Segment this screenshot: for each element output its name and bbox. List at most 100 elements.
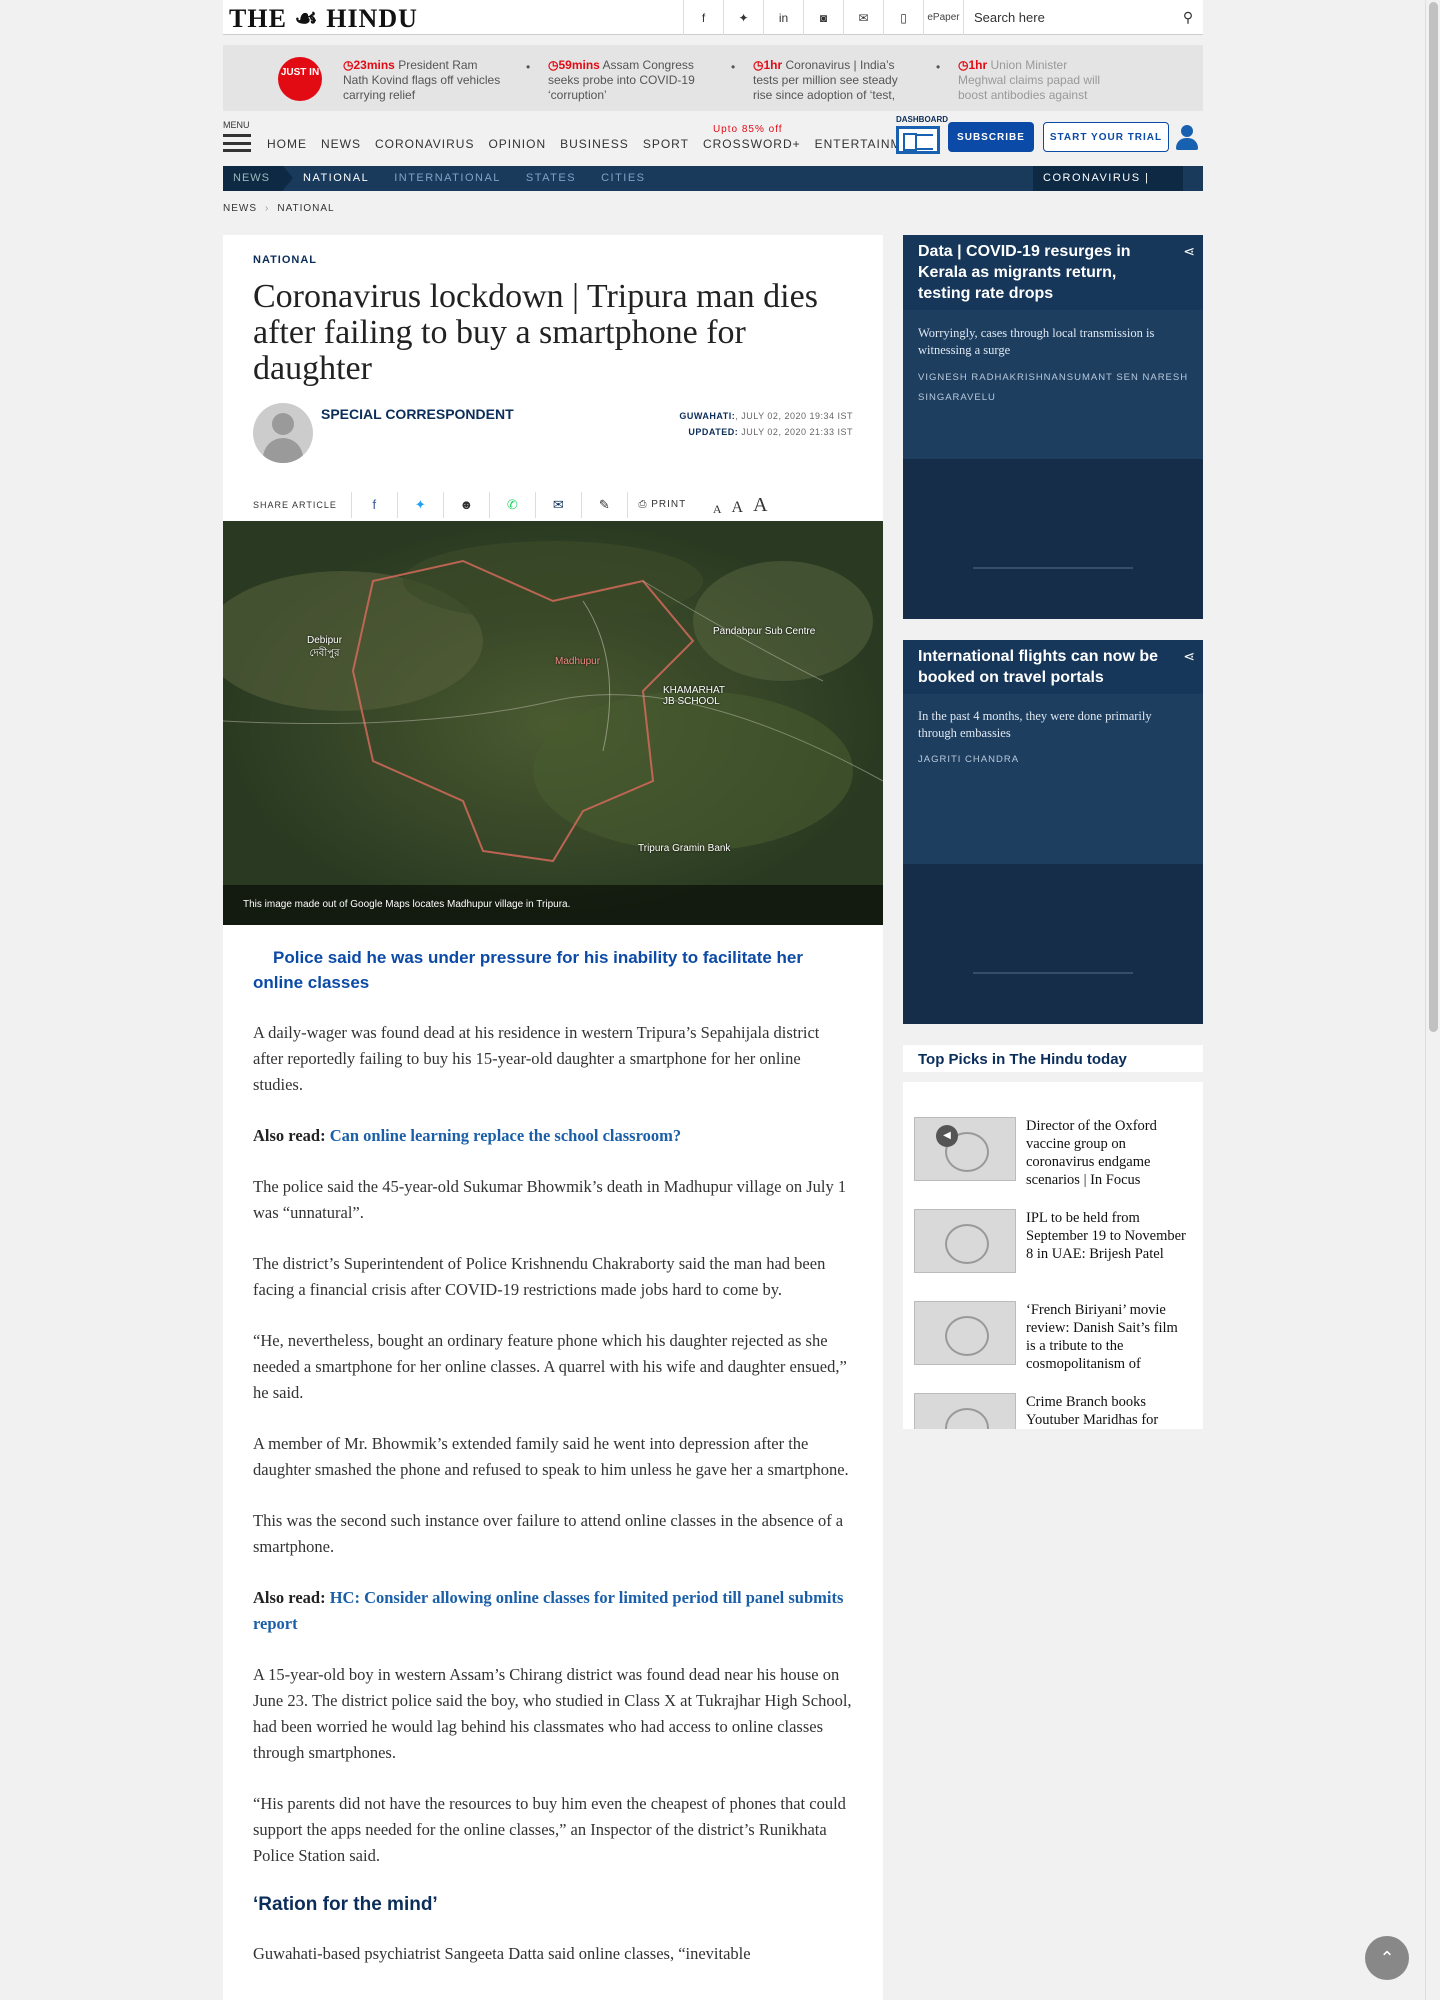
clock-icon: ◷ xyxy=(343,58,354,72)
twitter-share-icon[interactable]: ✦ xyxy=(396,492,443,518)
paragraph: The police said the 45-year-old Sukumar … xyxy=(253,1177,847,1222)
updated-label: UPDATED: xyxy=(688,427,739,437)
author-name[interactable]: SPECIAL CORRESPONDENT xyxy=(321,406,514,422)
dashboard-button[interactable]: DASHBOARD xyxy=(896,115,948,154)
start-trial-button[interactable]: START YOUR TRIAL xyxy=(1043,122,1169,152)
also-read-link[interactable]: HC: Consider allowing online classes for… xyxy=(253,1588,843,1633)
paragraph: “He, nevertheless, bought an ordinary fe… xyxy=(253,1331,847,1402)
top-pick-title[interactable]: IPL to be held from September 19 to Nove… xyxy=(1026,1209,1191,1263)
facebook-icon[interactable]: f xyxy=(683,0,723,35)
scrollbar-thumb[interactable] xyxy=(1429,2,1438,1032)
card-title[interactable]: International flights can now be booked … xyxy=(903,640,1203,694)
comment-icon[interactable]: ✎ xyxy=(580,492,627,518)
paragraph: A member of Mr. Bhowmik’s extended famil… xyxy=(253,1434,849,1479)
nav-sport[interactable]: SPORT xyxy=(643,137,689,151)
back-to-top-button[interactable]: ⌃ xyxy=(1365,1936,1409,1980)
linkedin-icon[interactable]: in xyxy=(763,0,803,35)
map-label: Pandabpur Sub Centre xyxy=(713,626,816,637)
reddit-share-icon[interactable]: ☻ xyxy=(442,492,489,518)
font-small-button[interactable]: A xyxy=(713,502,722,517)
clock-icon: ◷ xyxy=(958,58,969,72)
just-in-item[interactable]: • ◷1hr Coronavirus | India’s tests per mi… xyxy=(731,58,913,103)
nav-links: HOME NEWS CORONAVIRUS OPINION BUSINESS S… xyxy=(267,124,929,151)
just-in-item[interactable]: ◷23mins President Ram Nath Kovind flags … xyxy=(343,58,503,103)
clock-icon: ◷ xyxy=(753,58,764,72)
top-pick-thumbnail xyxy=(914,1209,1016,1273)
menu-button[interactable]: MENU xyxy=(223,120,251,152)
sidebar-card[interactable]: International flights can now be booked … xyxy=(903,640,1203,1024)
just-in-item[interactable]: • ◷1hr Union Minister Meghwal claims papa… xyxy=(936,58,1118,103)
main-nav: MENU HOME NEWS CORONAVIRUS OPINION BUSIN… xyxy=(223,115,1203,160)
just-in-item[interactable]: • ◷59mins Assam Congress seeks probe into… xyxy=(526,58,708,103)
nav-news[interactable]: NEWS xyxy=(321,137,361,151)
social-bar: f ✦ in ◙ ✉ ▯ ePaper Search here ⚲ xyxy=(683,0,1203,35)
font-large-button[interactable]: A xyxy=(753,494,767,517)
coronavirus-ticker[interactable]: CORONAVIRUS | xyxy=(1033,166,1183,191)
section-national[interactable]: NATIONAL xyxy=(303,166,369,191)
paragraph: A daily-wager was found dead at his resi… xyxy=(253,1023,820,1094)
article-summary: Police said he was under pressure for hi… xyxy=(253,948,803,992)
map-label: Tripura Gramin Bank xyxy=(638,843,731,854)
card-image xyxy=(903,864,1203,1024)
dashboard-label: DASHBOARD xyxy=(896,115,948,124)
mobile-icon[interactable]: ▯ xyxy=(883,0,923,35)
card-title[interactable]: Data | COVID-19 resurges in Kerala as mi… xyxy=(903,235,1203,310)
newspaper-icon xyxy=(896,126,940,154)
top-pick-item[interactable]: ◀ Director of the Oxford vaccine group o… xyxy=(914,1117,1194,1189)
nav-opinion[interactable]: OPINION xyxy=(488,137,546,151)
article-section[interactable]: NATIONAL xyxy=(253,254,853,266)
breadcrumb-news[interactable]: NEWS xyxy=(223,203,257,214)
section-cities[interactable]: CITIES xyxy=(601,166,645,191)
section-international[interactable]: INTERNATIONAL xyxy=(394,166,501,191)
sidebar-card[interactable]: Data | COVID-19 resurges in Kerala as mi… xyxy=(903,235,1203,619)
whatsapp-share-icon[interactable]: ✆ xyxy=(488,492,535,518)
mail-icon[interactable]: ✉ xyxy=(843,0,883,35)
facebook-share-icon[interactable]: f xyxy=(350,492,397,518)
email-share-icon[interactable]: ✉ xyxy=(534,492,581,518)
subscribe-button[interactable]: SUBSCRIBE xyxy=(948,122,1034,152)
section-root[interactable]: NEWS xyxy=(223,166,293,191)
card-description: In the past 4 months, they were done pri… xyxy=(918,709,1152,740)
nav-business[interactable]: BUSINESS xyxy=(560,137,629,151)
top-picks-list: ◀ Director of the Oxford vaccine group o… xyxy=(903,1082,1203,1429)
instagram-icon[interactable]: ◙ xyxy=(803,0,843,35)
top-pick-title[interactable]: Crime Branch books Youtuber Maridhas for xyxy=(1026,1393,1191,1429)
search-icon[interactable]: ⚲ xyxy=(1173,9,1203,26)
top-pick-thumbnail xyxy=(914,1393,1016,1429)
menu-label: MENU xyxy=(223,120,250,130)
article-dates: GUWAHATI:, JULY 02, 2020 19:34 IST UPDAT… xyxy=(679,408,853,440)
top-pick-item[interactable]: ‘French Biriyani’ movie review: Danish S… xyxy=(914,1301,1194,1373)
also-read-link[interactable]: Can online learning replace the school c… xyxy=(330,1126,681,1145)
top-pick-item[interactable]: Crime Branch books Youtuber Maridhas for xyxy=(914,1393,1194,1429)
card-authors: JAGRITI CHANDRA xyxy=(918,754,1020,765)
top-pick-title[interactable]: ‘French Biriyani’ movie review: Danish S… xyxy=(1026,1301,1191,1373)
site-logo[interactable]: THE ☙ HINDU xyxy=(229,4,418,34)
image-caption: This image made out of Google Maps locat… xyxy=(223,885,883,925)
map-label: Madhupur xyxy=(555,656,601,667)
nav-home[interactable]: HOME xyxy=(267,137,307,151)
dateline-place: GUWAHATI: xyxy=(679,411,736,421)
nav-crossword[interactable]: Upto 85% off CROSSWORD+ xyxy=(703,124,801,151)
clock-icon: ◷ xyxy=(548,58,559,72)
page-scrollbar[interactable] xyxy=(1425,0,1440,2000)
updated-date: JULY 02, 2020 21:33 IST xyxy=(738,427,853,437)
hamburger-icon xyxy=(223,134,251,152)
print-button[interactable]: ⎙ PRINT xyxy=(626,492,697,518)
search-input[interactable]: Search here ⚲ xyxy=(963,0,1203,35)
section-states[interactable]: STATES xyxy=(526,166,576,191)
audio-icon[interactable]: ◀ xyxy=(936,1125,958,1147)
author-avatar xyxy=(253,403,313,463)
twitter-icon[interactable]: ✦ xyxy=(723,0,763,35)
breadcrumb-national[interactable]: NATIONAL xyxy=(277,203,334,214)
share-icon[interactable]: ⋖ xyxy=(1183,243,1195,260)
top-pick-thumbnail xyxy=(914,1117,1016,1181)
top-pick-item[interactable]: IPL to be held from September 19 to Nove… xyxy=(914,1209,1194,1279)
epaper-link[interactable]: ePaper xyxy=(923,0,963,35)
nav-coronavirus[interactable]: CORONAVIRUS xyxy=(375,137,474,151)
share-icon[interactable]: ⋖ xyxy=(1183,648,1195,665)
user-icon[interactable] xyxy=(1175,125,1199,151)
top-pick-title[interactable]: Director of the Oxford vaccine group on … xyxy=(1026,1117,1191,1189)
top-pick-thumbnail xyxy=(914,1301,1016,1365)
font-medium-button[interactable]: A xyxy=(732,499,744,517)
also-read: Also read: HC: Consider allowing online … xyxy=(253,1588,844,1633)
